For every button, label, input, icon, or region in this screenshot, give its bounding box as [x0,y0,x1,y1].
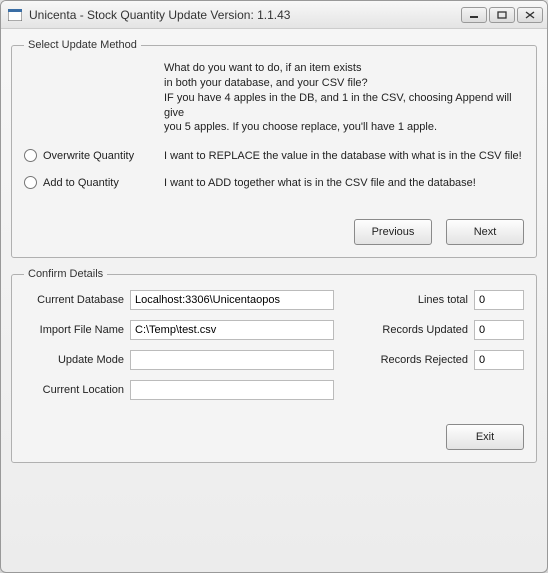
details-grid: Current Database Import File Name Update… [24,290,524,400]
close-button[interactable] [517,7,543,23]
import-file-input[interactable] [130,320,334,340]
nav-buttons: Previous Next [24,219,524,245]
previous-button[interactable]: Previous [354,219,432,245]
window-title: Unicenta - Stock Quantity Update Version… [29,8,461,22]
add-radio-cell: Add to Quantity [24,176,164,189]
current-database-label: Current Database [24,294,124,306]
minimize-button[interactable] [461,7,487,23]
current-location-label: Current Location [24,384,124,396]
records-rejected-input[interactable] [474,350,524,370]
maximize-button[interactable] [489,7,515,23]
close-icon [525,11,535,19]
records-updated-row: Records Updated [344,320,524,340]
intro-line3: IF you have 4 apples in the DB, and 1 in… [164,92,512,119]
update-mode-row: Update Mode [24,350,334,370]
window-controls [461,7,543,23]
next-button[interactable]: Next [446,219,524,245]
overwrite-radio-cell: Overwrite Quantity [24,149,164,162]
intro-spacer [24,61,164,135]
intro-row: What do you want to do, if an item exist… [24,61,524,135]
add-row: Add to Quantity I want to ADD together w… [24,176,524,189]
maximize-icon [497,11,507,19]
records-rejected-label: Records Rejected [344,354,468,366]
lines-total-input[interactable] [474,290,524,310]
minimize-icon [469,11,479,19]
records-updated-input[interactable] [474,320,524,340]
current-location-row: Current Location [24,380,334,400]
current-location-input[interactable] [130,380,334,400]
records-rejected-row: Records Rejected [344,350,524,370]
client-area: Select Update Method What do you want to… [1,29,547,479]
confirm-details-legend: Confirm Details [24,268,107,280]
current-database-input[interactable] [130,290,334,310]
intro-line2: in both your database, and your CSV file… [164,77,368,89]
import-file-label: Import File Name [24,324,124,336]
lines-total-row: Lines total [344,290,524,310]
import-file-row: Import File Name [24,320,334,340]
update-mode-input[interactable] [130,350,334,370]
app-icon [7,7,23,23]
overwrite-radio[interactable] [24,149,37,162]
intro-text: What do you want to do, if an item exist… [164,61,524,135]
overwrite-label: Overwrite Quantity [43,150,134,162]
intro-line1: What do you want to do, if an item exist… [164,62,361,74]
exit-row: Exit [24,424,524,450]
lines-total-label: Lines total [344,294,468,306]
intro-line4: you 5 apples. If you choose replace, you… [164,121,437,133]
add-description: I want to ADD together what is in the CS… [164,177,476,189]
overwrite-description: I want to REPLACE the value in the datab… [164,150,522,162]
details-right-column: Lines total Records Updated Records Reje… [344,290,524,400]
add-radio[interactable] [24,176,37,189]
confirm-details-group: Confirm Details Current Database Import … [11,268,537,463]
select-update-method-group: Select Update Method What do you want to… [11,39,537,258]
add-label: Add to Quantity [43,177,119,189]
exit-button[interactable]: Exit [446,424,524,450]
details-left-column: Current Database Import File Name Update… [24,290,334,400]
update-mode-label: Update Mode [24,354,124,366]
select-update-method-legend: Select Update Method [24,39,141,51]
records-updated-label: Records Updated [344,324,468,336]
current-database-row: Current Database [24,290,334,310]
overwrite-row: Overwrite Quantity I want to REPLACE the… [24,149,524,162]
titlebar[interactable]: Unicenta - Stock Quantity Update Version… [1,1,547,29]
main-window: Unicenta - Stock Quantity Update Version… [0,0,548,573]
